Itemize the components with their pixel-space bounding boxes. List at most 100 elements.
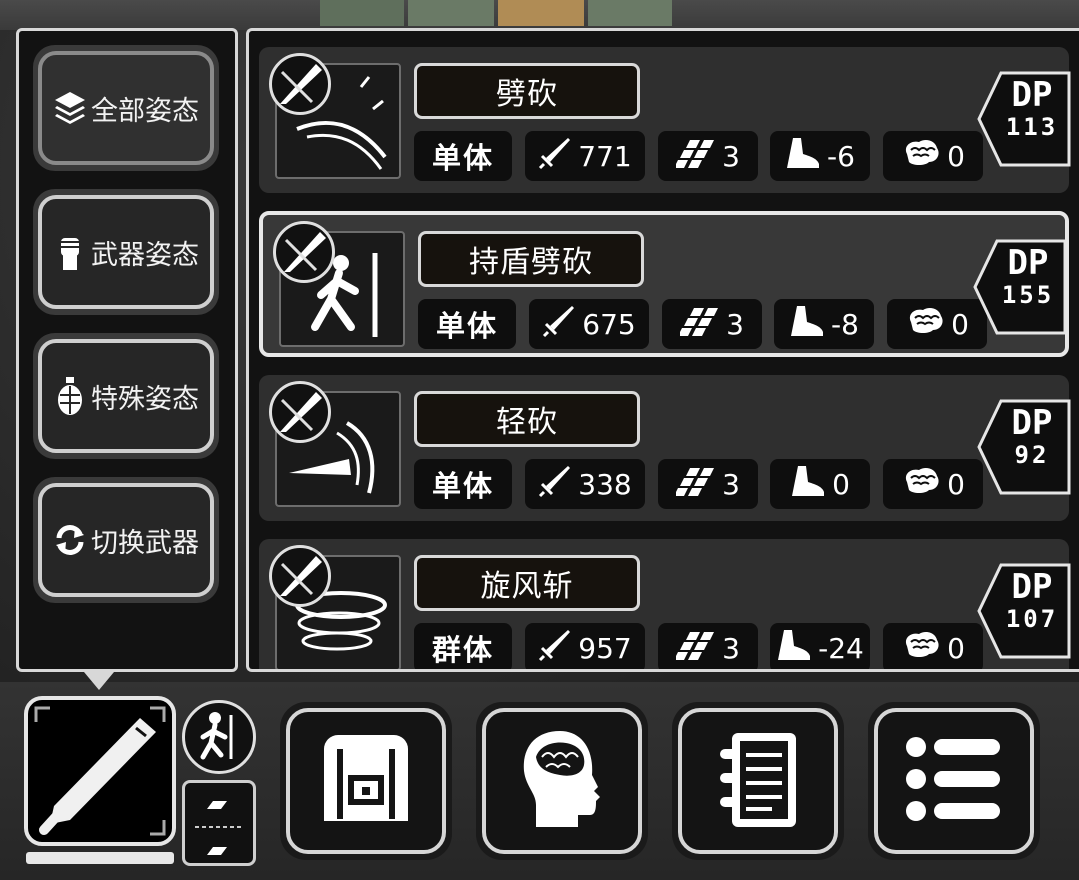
brain-icon xyxy=(901,466,941,503)
hit-value: 3 xyxy=(722,631,740,665)
dp-label: DP xyxy=(1011,567,1053,607)
brain-icon xyxy=(901,138,941,175)
dp-value: 92 xyxy=(1014,441,1050,469)
dp-label: DP xyxy=(1007,243,1049,283)
mind-value: 0 xyxy=(947,467,965,501)
speed-value: -8 xyxy=(831,307,859,341)
attack-value: 957 xyxy=(578,631,632,665)
offhand-slot[interactable] xyxy=(182,780,256,866)
layers-icon xyxy=(53,88,87,128)
machete-badge-icon xyxy=(269,381,331,443)
boot-icon xyxy=(790,464,826,505)
dp-label: DP xyxy=(1011,75,1053,115)
skill-name: 劈砍 xyxy=(414,63,640,119)
brain-icon xyxy=(901,630,941,667)
dp-cost-badge: DP 113 xyxy=(977,69,1073,169)
weapon-durability-bar xyxy=(26,852,174,864)
dp-value: 155 xyxy=(1001,281,1055,309)
skill-card[interactable]: 旋风斩 群体 957 3 -24 0 DP 107 xyxy=(259,539,1071,669)
machete-badge-icon xyxy=(269,53,331,115)
backpack-icon xyxy=(318,729,414,833)
dp-cost-badge: DP 107 xyxy=(977,561,1073,661)
speed-stat: -8 xyxy=(774,299,874,349)
inventory-button[interactable] xyxy=(280,702,452,860)
hit-stat: 3 xyxy=(662,299,762,349)
stance-menu: 全部姿态 武器姿态 特殊姿态 切换武器 xyxy=(16,28,238,672)
skill-name: 轻砍 xyxy=(414,391,640,447)
main-menu-button[interactable] xyxy=(868,702,1040,860)
pose-indicator[interactable] xyxy=(182,700,256,774)
dp-value: 107 xyxy=(1005,605,1059,633)
hit-stat: 3 xyxy=(658,131,758,181)
checker-icon xyxy=(674,630,716,667)
grenade-icon xyxy=(53,376,87,416)
target-type: 群体 xyxy=(414,623,512,669)
sword-icon xyxy=(538,136,572,177)
mind-stat: 0 xyxy=(883,623,983,669)
mind-value: 0 xyxy=(947,631,965,665)
hit-value: 3 xyxy=(722,467,740,501)
skill-name: 持盾劈砍 xyxy=(418,231,644,287)
sword-icon xyxy=(542,304,576,345)
speed-value: 0 xyxy=(832,467,850,501)
mind-value: 0 xyxy=(951,307,969,341)
sword-icon xyxy=(538,628,572,669)
stance-all-button[interactable]: 全部姿态 xyxy=(33,45,219,171)
target-type: 单体 xyxy=(414,131,512,181)
weapon-slot[interactable] xyxy=(24,696,176,846)
speed-value: -24 xyxy=(818,631,864,665)
journal-button[interactable] xyxy=(672,702,844,860)
notebook-icon xyxy=(710,727,806,835)
mind-stat: 0 xyxy=(887,299,987,349)
skill-card[interactable]: 持盾劈砍 单体 675 3 -8 0 DP 155 xyxy=(259,211,1069,357)
attack-stat: 338 xyxy=(525,459,645,509)
attack-stat: 957 xyxy=(525,623,645,669)
mind-value: 0 xyxy=(947,139,965,173)
skills-button[interactable] xyxy=(476,702,648,860)
attack-stat: 771 xyxy=(525,131,645,181)
swap-weapon-label: 切换武器 xyxy=(91,527,199,559)
stance-weapon-label: 武器姿态 xyxy=(91,239,199,271)
attack-value: 675 xyxy=(582,307,636,341)
swap-icon xyxy=(53,520,87,560)
target-type: 单体 xyxy=(418,299,516,349)
boot-icon xyxy=(789,304,825,345)
skill-card[interactable]: 劈砍 单体 771 3 -6 0 DP 113 xyxy=(259,47,1071,193)
machete-badge-icon xyxy=(273,221,335,283)
menu-pointer xyxy=(84,672,114,690)
skill-name: 旋风斩 xyxy=(414,555,640,611)
mind-stat: 0 xyxy=(883,131,983,181)
stance-special-label: 特殊姿态 xyxy=(91,383,199,415)
hit-stat: 3 xyxy=(658,623,758,669)
hit-stat: 3 xyxy=(658,459,758,509)
checker-icon xyxy=(674,466,716,503)
stance-weapon-button[interactable]: 武器姿态 xyxy=(33,189,219,315)
dp-cost-badge: DP 92 xyxy=(977,397,1073,497)
boot-icon xyxy=(776,628,812,669)
brain-icon xyxy=(905,306,945,343)
map-strip xyxy=(0,0,1079,30)
hit-value: 3 xyxy=(726,307,744,341)
dp-cost-badge: DP 155 xyxy=(973,237,1069,337)
mind-stat: 0 xyxy=(883,459,983,509)
speed-value: -6 xyxy=(827,139,855,173)
dp-value: 113 xyxy=(1005,113,1059,141)
checker-icon xyxy=(678,306,720,343)
attack-value: 338 xyxy=(578,467,632,501)
target-type: 单体 xyxy=(414,459,512,509)
attack-stat: 675 xyxy=(529,299,649,349)
swap-weapon-button[interactable]: 切换武器 xyxy=(33,477,219,603)
checker-icon xyxy=(674,138,716,175)
skill-card[interactable]: 轻砍 单体 338 3 0 0 DP 92 xyxy=(259,375,1071,521)
list-icon xyxy=(904,731,1004,831)
speed-stat: -24 xyxy=(770,623,870,669)
sword-icon xyxy=(538,464,572,505)
machete-badge-icon xyxy=(269,545,331,607)
fist-icon xyxy=(53,232,87,272)
brain-head-icon xyxy=(514,727,610,835)
speed-stat: 0 xyxy=(770,459,870,509)
stance-special-button[interactable]: 特殊姿态 xyxy=(33,333,219,459)
boot-icon xyxy=(785,136,821,177)
speed-stat: -6 xyxy=(770,131,870,181)
hit-value: 3 xyxy=(722,139,740,173)
